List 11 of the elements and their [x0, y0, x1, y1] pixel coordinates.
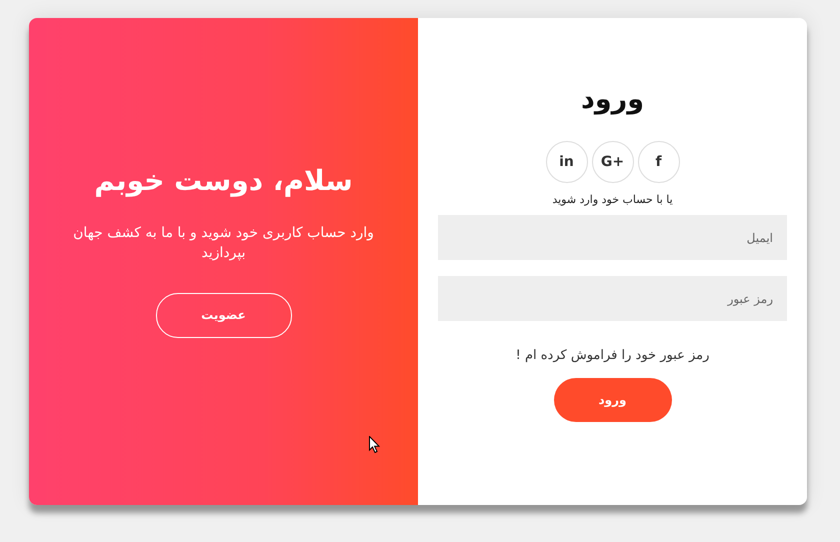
- input-field[interactable]: رمز عبور: [438, 276, 787, 321]
- hint-text: یا با حساب خود وارد شوید: [552, 193, 673, 206]
- social-button[interactable]: in: [546, 141, 588, 183]
- login-title: ورود: [581, 84, 644, 115]
- welcome-title: سلام، دوست خوبم: [94, 164, 353, 196]
- welcome-text: وارد حساب کاربری خود شوید و با ما به کشف جهان بپردازید: [72, 224, 375, 262]
- forgot-password-link[interactable]: رمز عبور خود را فراموش کرده ام !: [516, 348, 710, 363]
- cursor-icon: [369, 436, 380, 453]
- social-button[interactable]: G+: [592, 141, 634, 183]
- input-field[interactable]: ایمیل: [438, 215, 787, 260]
- social-button[interactable]: f: [638, 141, 680, 183]
